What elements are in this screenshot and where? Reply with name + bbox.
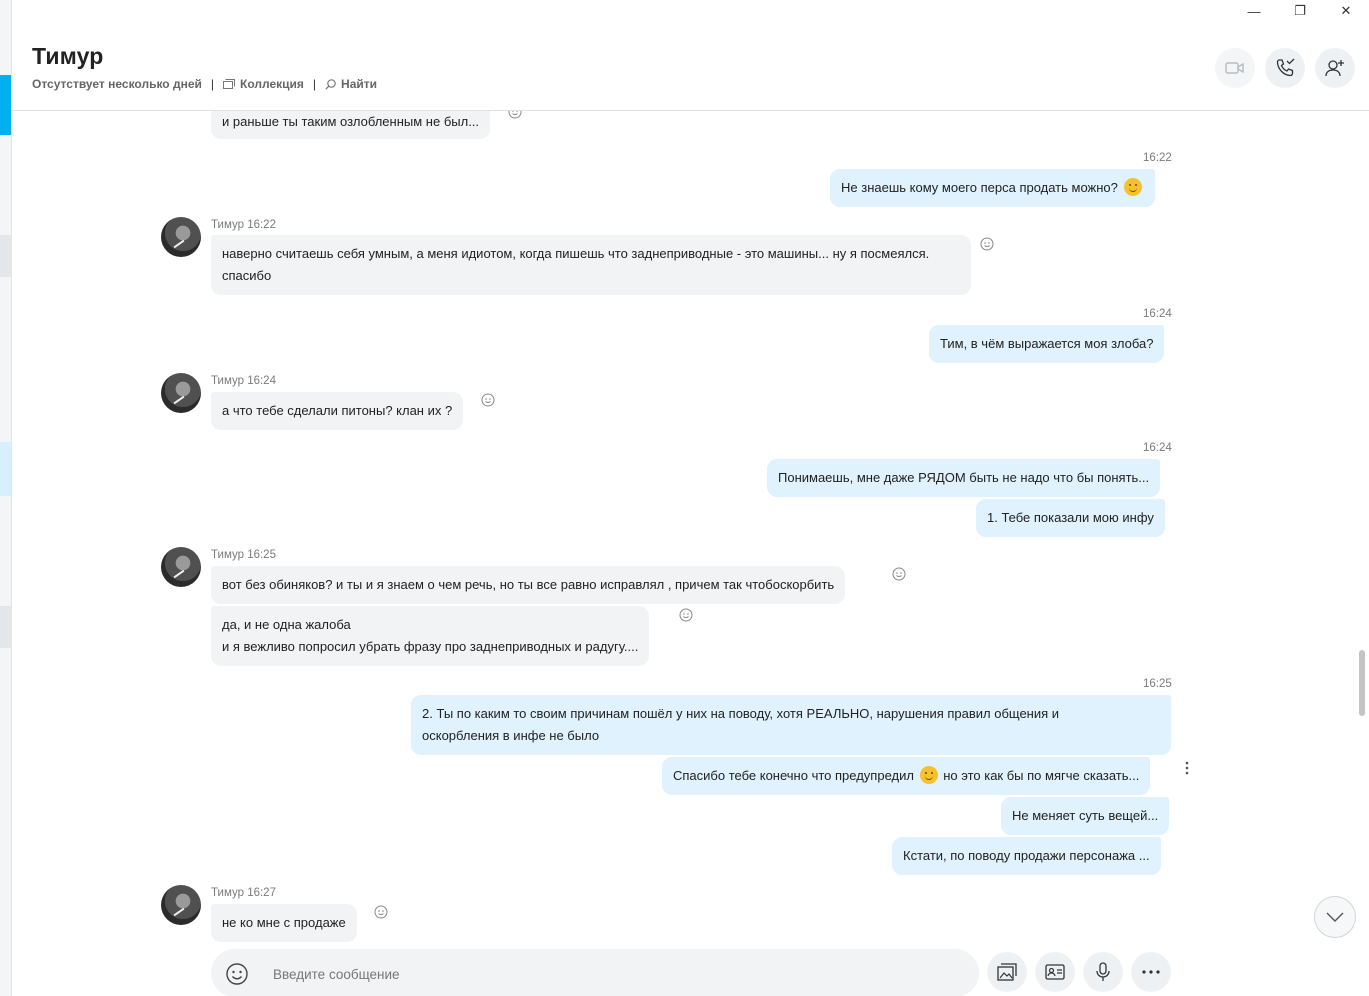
- media-gallery-button[interactable]: [987, 952, 1027, 992]
- avatar[interactable]: [161, 885, 201, 925]
- add-person-icon: [1325, 60, 1344, 77]
- message-outgoing[interactable]: 2. Ты по каким то своим причинам пошёл у…: [411, 695, 1171, 755]
- collection-link[interactable]: Коллекция: [223, 77, 304, 91]
- message-timestamp: 16:25: [1143, 678, 1172, 690]
- message-text: Не знаешь кому моего перса продать можно…: [841, 180, 1118, 195]
- restore-button[interactable]: ❐: [1277, 0, 1323, 22]
- message-sender-time: Тимур 16:22: [211, 219, 276, 231]
- message-sender-time: Тимур 16:27: [211, 887, 276, 899]
- reaction-smiley-icon[interactable]: [980, 237, 994, 251]
- close-button[interactable]: ✕: [1323, 0, 1369, 22]
- rail-item-highlight[interactable]: [0, 442, 11, 496]
- message-outgoing[interactable]: Понимаешь, мне даже РЯДОМ быть не надо ч…: [767, 459, 1161, 497]
- message-text: Спасибо тебе конечно что предупредил: [673, 768, 914, 783]
- message-sender-time: Тимур 16:24: [211, 375, 276, 387]
- presence-status: Отсутствует несколько дней: [32, 77, 202, 91]
- chat-header: Тимур Отсутствует несколько дней | Колле…: [12, 22, 1369, 111]
- smile-emoji-icon: [919, 766, 938, 784]
- message-outgoing[interactable]: Спасибо тебе конечно что предупредил но …: [662, 757, 1151, 795]
- message-incoming[interactable]: наверно считаешь себя умным, а меня идио…: [211, 235, 971, 295]
- message-incoming[interactable]: да, и не одна жалоба и я вежливо попроси…: [211, 606, 650, 666]
- reaction-smiley-icon[interactable]: [508, 111, 522, 119]
- window-controls: — ❐ ✕: [1231, 0, 1369, 22]
- message-list[interactable]: и раньше ты таким озлобленным не был... …: [12, 111, 1369, 951]
- message-input[interactable]: [273, 961, 953, 987]
- rail-active-indicator: [0, 75, 11, 135]
- separator: |: [210, 77, 215, 91]
- reaction-smiley-icon[interactable]: [374, 905, 388, 919]
- send-contact-button[interactable]: [1035, 952, 1075, 992]
- scroll-down-icon: [1326, 912, 1344, 922]
- emoji-icon[interactable]: [225, 962, 249, 986]
- message-timestamp: 16:22: [1143, 152, 1172, 164]
- avatar[interactable]: [161, 217, 201, 257]
- message-text: но это как бы по мягче сказать...: [943, 768, 1140, 783]
- scrollbar-thumb[interactable]: [1359, 650, 1365, 716]
- separator: |: [312, 77, 317, 91]
- message-options-icon[interactable]: [1183, 760, 1191, 776]
- audio-call-button[interactable]: [1265, 48, 1305, 88]
- avatar[interactable]: [161, 373, 201, 413]
- reaction-smiley-icon[interactable]: [892, 567, 906, 581]
- voice-message-button[interactable]: [1083, 952, 1123, 992]
- add-participant-button[interactable]: [1315, 48, 1355, 88]
- message-sender-time: Тимур 16:25: [211, 549, 276, 561]
- message-incoming[interactable]: и раньше ты таким озлобленным не был...: [211, 111, 491, 139]
- message-timestamp: 16:24: [1143, 308, 1172, 320]
- message-timestamp: 16:24: [1143, 442, 1172, 454]
- reaction-smiley-icon[interactable]: [481, 393, 495, 407]
- message-outgoing[interactable]: Кстати, по поводу продажи персонажа ...: [892, 837, 1161, 875]
- gallery-icon: [223, 79, 236, 89]
- message-incoming[interactable]: не ко мне с продаже: [211, 904, 357, 942]
- contact-name[interactable]: Тимур: [32, 43, 104, 70]
- find-label: Найти: [341, 77, 378, 91]
- header-subline: Отсутствует несколько дней | Коллекция |…: [32, 77, 377, 91]
- video-call-button[interactable]: [1215, 48, 1255, 88]
- reaction-smiley-icon[interactable]: [679, 608, 693, 622]
- search-icon: [325, 78, 336, 90]
- message-outgoing[interactable]: 1. Тебе показали мою инфу: [976, 499, 1165, 537]
- minimize-button[interactable]: —: [1231, 0, 1277, 22]
- more-options-button[interactable]: [1131, 952, 1171, 992]
- message-incoming[interactable]: а что тебе сделали питоны? клан их ?: [211, 392, 464, 430]
- message-composer: [211, 949, 979, 996]
- scroll-down-button[interactable]: [1314, 896, 1356, 938]
- collection-label: Коллекция: [240, 77, 304, 91]
- message-incoming[interactable]: вот без обиняков? и ты и я знаем о чем р…: [211, 566, 846, 604]
- left-rail: [0, 0, 12, 996]
- more-icon: [1142, 970, 1160, 974]
- rail-item[interactable]: [0, 235, 11, 277]
- message-outgoing[interactable]: Не знаешь кому моего перса продать можно…: [830, 169, 1155, 207]
- smile-emoji-icon: [1123, 178, 1142, 196]
- audio-call-icon: [1276, 58, 1295, 77]
- find-link[interactable]: Найти: [325, 77, 377, 91]
- avatar[interactable]: [161, 547, 201, 587]
- video-call-icon: [1225, 62, 1244, 74]
- message-outgoing[interactable]: Не меняет суть вещей...: [1001, 797, 1170, 835]
- microphone-icon: [1096, 962, 1110, 981]
- rail-item[interactable]: [0, 606, 11, 648]
- media-gallery-icon: [997, 963, 1017, 981]
- contact-card-icon: [1045, 964, 1065, 980]
- message-outgoing[interactable]: Тим, в чём выражается моя злоба?: [929, 325, 1165, 363]
